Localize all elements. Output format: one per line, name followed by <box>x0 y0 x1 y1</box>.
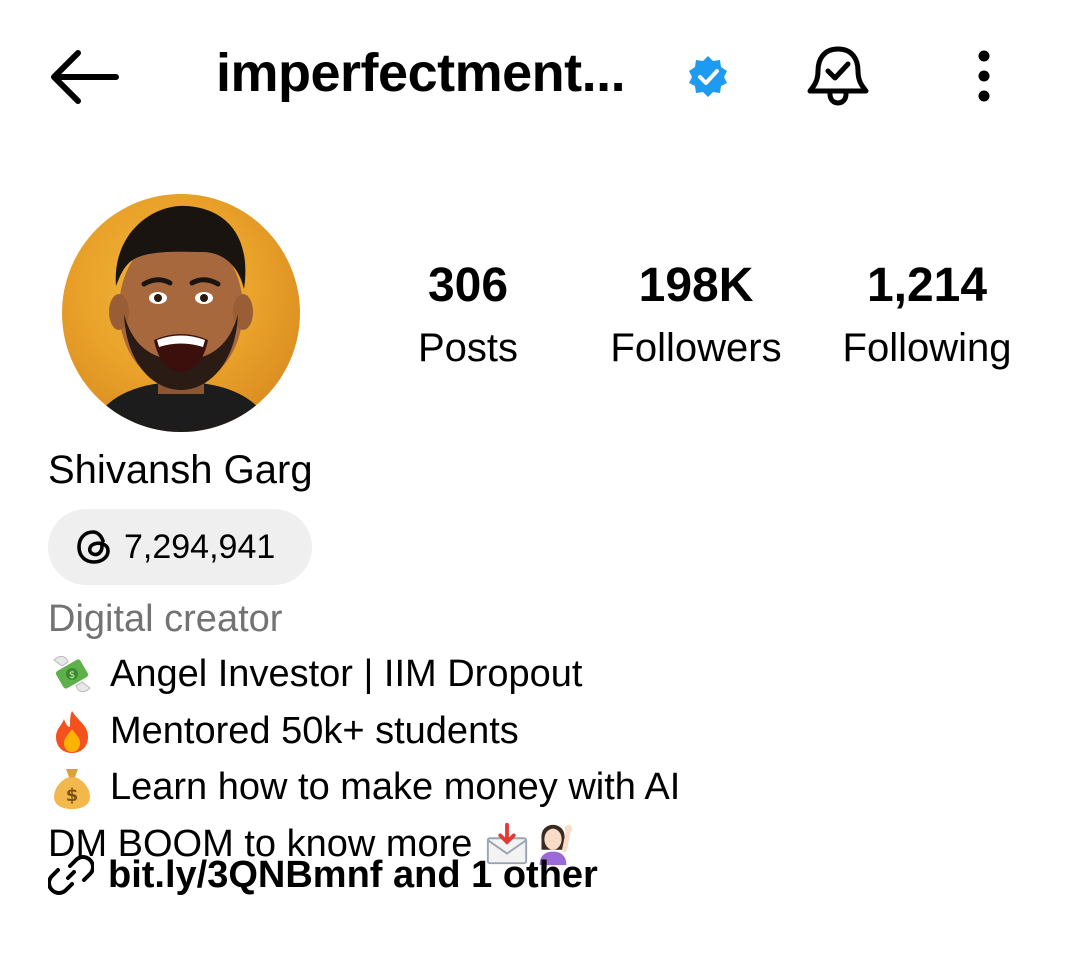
bio-text: Mentored 50k+ students <box>110 709 519 752</box>
notifications-button[interactable] <box>804 44 872 106</box>
avatar-portrait <box>90 205 274 432</box>
stat-followers-value: 198K <box>638 259 754 312</box>
bio-text: Learn how to make money with AI <box>110 766 681 808</box>
link-icon <box>48 855 94 895</box>
verified-badge-icon <box>686 54 730 98</box>
threads-badge-button[interactable]: 7,294,941 <box>48 509 312 585</box>
profile-category: Digital creator <box>48 598 283 640</box>
back-button[interactable] <box>44 44 124 110</box>
bio-line: $ Learn how to make money with AI <box>48 759 680 816</box>
bio-line: Mentored 50k+ students <box>48 703 680 760</box>
fire-emoji <box>56 710 88 753</box>
bell-check-icon <box>807 46 869 106</box>
profile-username: imperfectment... <box>216 43 626 103</box>
svg-text:$: $ <box>66 785 79 806</box>
threads-icon <box>77 530 110 564</box>
bio-text: Angel Investor | IIM Dropout <box>110 653 583 695</box>
threads-count: 7,294,941 <box>124 527 276 566</box>
stat-posts-label: Posts <box>417 326 519 370</box>
stat-followers-label: Followers <box>610 326 782 370</box>
stat-following[interactable]: 1,214 Following <box>832 255 1022 379</box>
stat-posts[interactable]: 306 Posts <box>390 255 546 379</box>
more-options-button[interactable] <box>962 46 1006 106</box>
link-text: bit.ly/3QNBmnf and 1 other <box>108 854 598 896</box>
profile-bio: $ Angel Investor | IIM Dropout Mentored … <box>48 646 680 872</box>
stat-following-label: Following <box>842 326 1012 370</box>
profile-link[interactable]: bit.ly/3QNBmnf and 1 other <box>48 848 598 902</box>
money-with-wings-emoji: $ <box>53 656 91 693</box>
more-vertical-icon <box>978 50 990 102</box>
stat-followers[interactable]: 198K Followers <box>600 255 792 379</box>
svg-text:$: $ <box>69 670 75 681</box>
bio-line: $ Angel Investor | IIM Dropout <box>48 646 680 703</box>
profile-name: Shivansh Garg <box>48 448 313 492</box>
money-bag-emoji: $ <box>54 769 90 810</box>
arrow-left-icon <box>51 50 119 104</box>
stat-following-value: 1,214 <box>866 259 988 312</box>
stat-posts-value: 306 <box>427 259 509 312</box>
avatar[interactable] <box>62 194 300 432</box>
